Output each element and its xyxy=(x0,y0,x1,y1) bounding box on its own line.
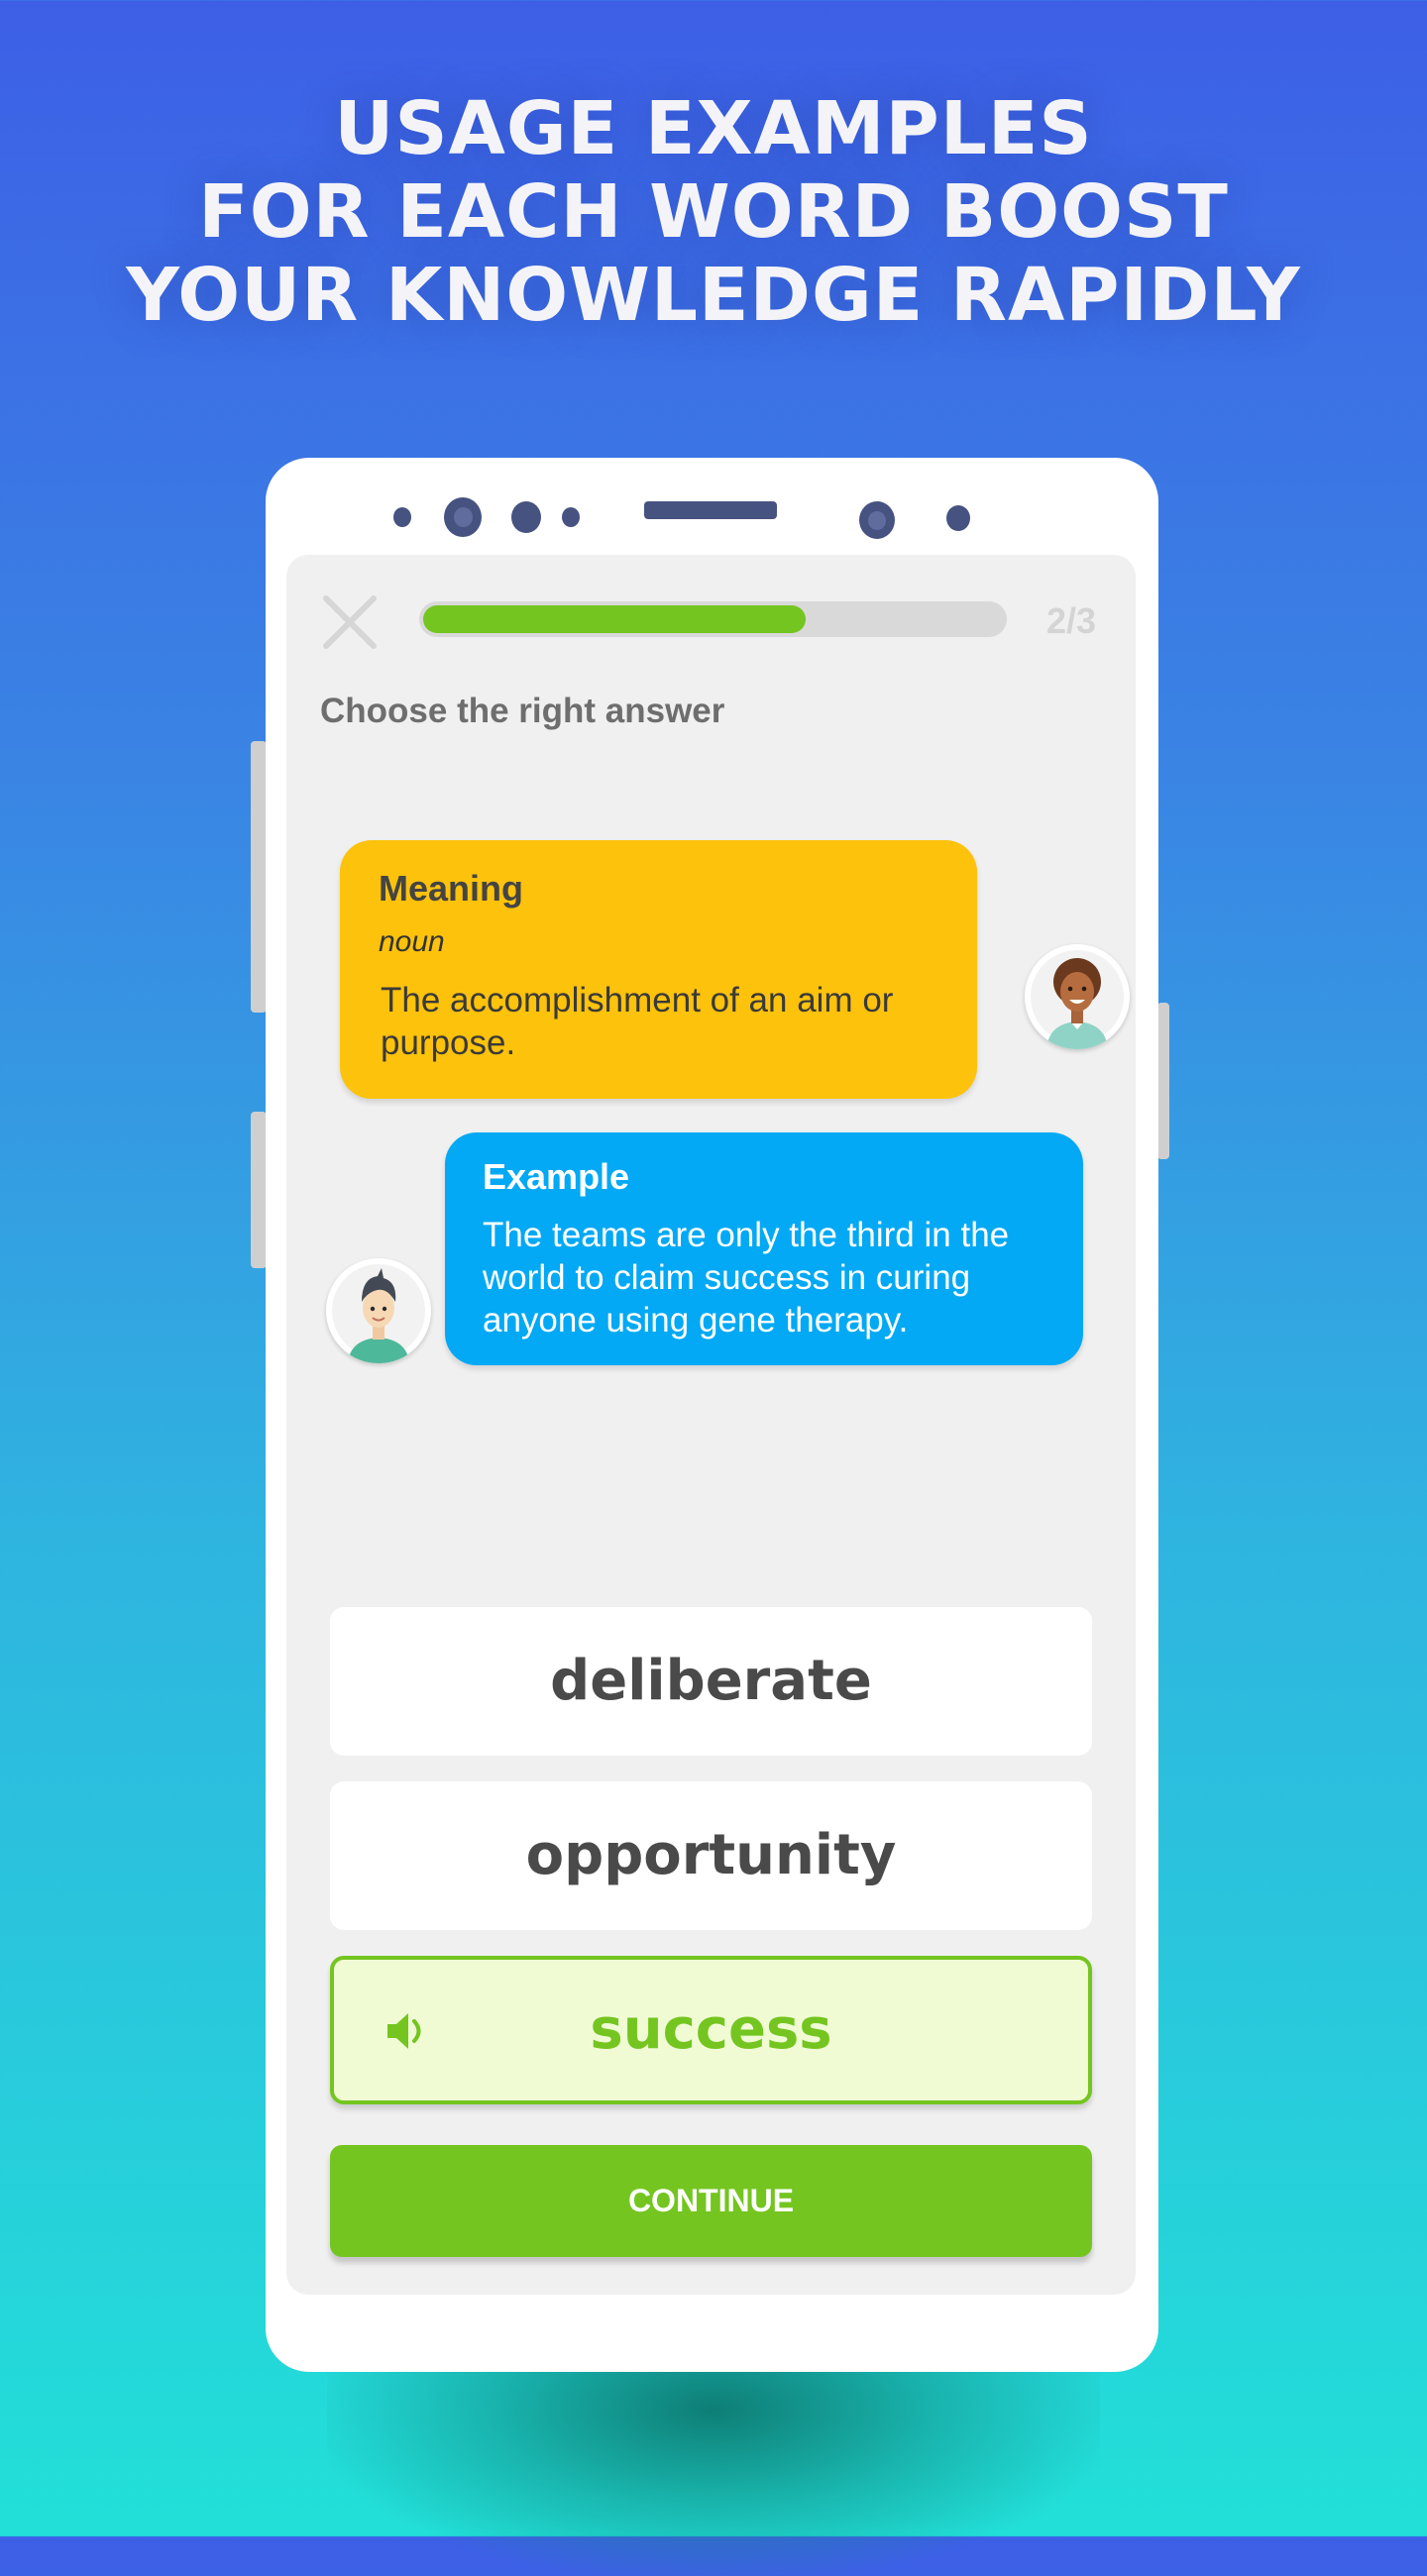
answer-option-deliberate[interactable]: deliberate xyxy=(330,1607,1092,1756)
phone-side-button-power xyxy=(1157,1003,1169,1159)
progress-bar xyxy=(419,601,1007,637)
front-camera xyxy=(444,497,482,537)
sensor-dot xyxy=(511,501,541,533)
phone-side-button-volume-up xyxy=(251,741,267,1013)
meaning-title: Meaning xyxy=(379,868,524,909)
phone-frame: 2/3 Choose the right answer Meaning noun… xyxy=(266,458,1158,2372)
sensor-dot xyxy=(946,505,970,531)
earpiece-speaker xyxy=(644,501,777,519)
example-title: Example xyxy=(483,1156,630,1197)
sensor-dot xyxy=(393,507,411,527)
curly-hair-man-avatar xyxy=(1025,944,1130,1049)
prompt-text: Choose the right answer xyxy=(320,692,725,730)
headline-line-1: USAGE EXAMPLES xyxy=(334,86,1093,171)
meaning-text: The accomplishment of an aim or purpose. xyxy=(381,981,894,1062)
speaker-icon[interactable] xyxy=(384,2007,431,2055)
answer-option-label: success xyxy=(590,1997,832,2062)
headline-line-2: FOR EACH WORD BOOST xyxy=(198,169,1229,255)
continue-button[interactable]: CONTINUE xyxy=(330,2145,1092,2257)
progress-fill xyxy=(423,605,806,633)
answer-option-success[interactable]: success xyxy=(330,1956,1092,2104)
part-of-speech: noun xyxy=(379,925,445,958)
front-camera-secondary xyxy=(859,501,895,539)
answer-option-opportunity[interactable]: opportunity xyxy=(330,1781,1092,1930)
headline-line-3: YOUR KNOWLEDGE RAPIDLY xyxy=(126,253,1301,338)
phone-side-button-volume-down xyxy=(251,1112,267,1268)
spiky-hair-man-avatar xyxy=(326,1258,431,1363)
meaning-bubble: Meaning noun The accomplishment of an ai… xyxy=(340,840,977,1099)
example-text: The teams are only the third in the worl… xyxy=(483,1216,1010,1340)
phone-shadow xyxy=(327,2338,1100,2576)
headline: USAGE EXAMPLES FOR EACH WORD BOOST YOUR … xyxy=(0,87,1427,337)
sensor-dot xyxy=(562,507,580,527)
example-bubble: Example The teams are only the third in … xyxy=(445,1132,1083,1365)
app-screen: 2/3 Choose the right answer Meaning noun… xyxy=(286,555,1136,2295)
question-counter: 2/3 xyxy=(1045,600,1097,641)
close-icon[interactable] xyxy=(320,592,380,652)
